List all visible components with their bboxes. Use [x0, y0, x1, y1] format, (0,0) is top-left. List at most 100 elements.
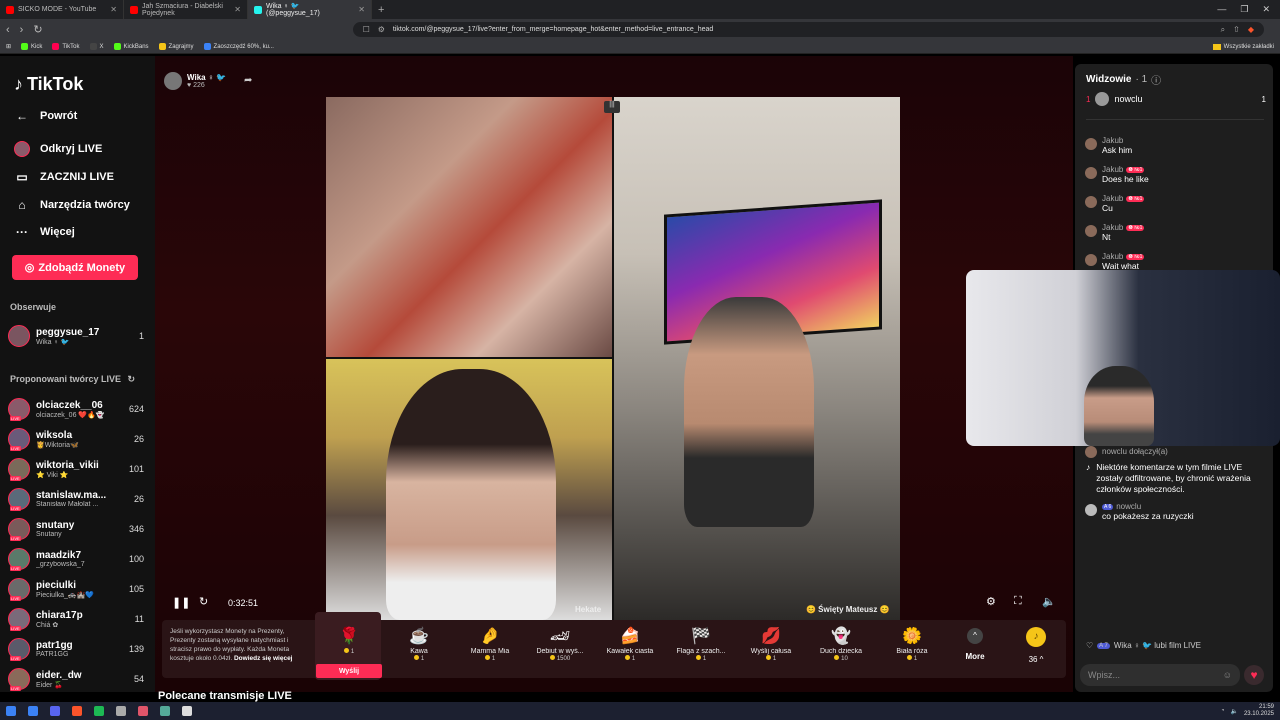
maximize-icon[interactable]: ❐ [1240, 4, 1248, 15]
bookmark-item[interactable]: Zagrajmy [158, 43, 194, 50]
explorer-icon[interactable] [28, 706, 38, 716]
suggested-creator[interactable]: LIVE stanislaw.ma... Stanisław Małolat ...… [8, 486, 144, 512]
clock[interactable]: 21:59 23.10.2025 [1244, 704, 1274, 718]
gift-item[interactable]: ☕ Kawa 1 [386, 624, 452, 662]
nav-back[interactable]: ← Powrót [14, 108, 77, 124]
suggested-creator[interactable]: LIVE eider._dw Eider 🍒 54 [8, 666, 144, 692]
help-icon[interactable]: ⓘ [1151, 72, 1161, 87]
zoom-icon[interactable]: ⌕ [1221, 25, 1225, 35]
suggested-creator[interactable]: LIVE olciaczek__06 olciaczek_06 ❤️🔥👻 624 [8, 396, 144, 422]
refresh-icon[interactable]: ↻ [128, 374, 136, 384]
app-icon[interactable] [138, 706, 148, 716]
nav-label: Odkryj LIVE [40, 143, 103, 155]
top-viewer-row[interactable]: 1 nowclu 1 [1086, 92, 1266, 106]
suggested-creator[interactable]: LIVE wiksola 👸Wiktoria🦋 26 [8, 426, 144, 452]
nav-creator-tools[interactable]: ⌂ Narzędzia twórcy [14, 197, 130, 213]
gift-price-value: 1 [631, 656, 636, 662]
discord-icon[interactable] [50, 706, 60, 716]
refresh-stream-icon[interactable]: ↻ [199, 595, 208, 608]
close-tab-icon[interactable]: ✕ [234, 5, 241, 14]
url-text[interactable]: tiktok.com/@peggysue_17/live?enter_from_… [393, 26, 1213, 33]
windows-start-icon[interactable] [6, 706, 16, 716]
chat-user[interactable]: nowclu [1116, 502, 1141, 511]
more-gifts-button[interactable]: ^ More [958, 624, 992, 661]
tiktok-logo[interactable]: ♪ TikTok [14, 74, 83, 95]
nav-discover-live[interactable]: Odkryj LIVE [14, 141, 102, 157]
url-field[interactable]: ☐ ⚙ tiktok.com/@peggysue_17/live?enter_f… [352, 22, 1264, 37]
gift-item[interactable]: 🏁 Flaga z szach... 1 [668, 624, 734, 662]
brave-icon[interactable] [72, 706, 82, 716]
coin-balance[interactable]: ♪ 36 ^ [1020, 624, 1052, 664]
forward-icon[interactable]: › [20, 24, 24, 36]
app-icon[interactable] [182, 706, 192, 716]
new-tab-button[interactable]: + [372, 4, 390, 16]
apps-icon[interactable]: ⊞ [6, 43, 11, 50]
chat-user[interactable]: Jakub [1102, 194, 1123, 203]
bookmark-item[interactable]: KickBans [113, 43, 149, 50]
gift-item[interactable]: 🏎 Debiut w wyś... 1500 [527, 624, 593, 662]
fullscreen-icon[interactable]: ⛶ [1014, 595, 1022, 608]
avatar [1095, 92, 1110, 106]
suggested-creator[interactable]: LIVE maadzik7 _grzybowska_7 100 [8, 546, 144, 572]
settings-icon[interactable]: ⚙ [986, 595, 996, 608]
close-window-icon[interactable]: ✕ [1262, 4, 1270, 15]
send-gift-button[interactable]: Wyślij [316, 664, 382, 678]
emoji-icon[interactable]: ☺ [1223, 670, 1232, 680]
gift-item[interactable]: 🌼 Biała róża 1 [879, 624, 945, 662]
following-item[interactable]: peggysue_17 Wika ♀ 🐦 1 [8, 323, 144, 349]
nav-more[interactable]: ··· Więcej [14, 224, 75, 240]
live-badge: LIVE [10, 566, 21, 571]
reload-icon[interactable]: ↻ [33, 23, 42, 36]
get-coins-button[interactable]: ◎ Zdobądź Monety [12, 255, 138, 280]
volume-tray-icon[interactable]: 🔈 [1230, 708, 1237, 715]
chat-user[interactable]: Jakub [1102, 136, 1123, 145]
like-heart-button[interactable]: ♥ [1244, 665, 1264, 685]
streamer-info[interactable]: Wika ♀ 🐦 ♥ 226 [164, 72, 226, 90]
learn-more-link[interactable]: Dowiedz się więcej [234, 655, 293, 662]
pause-icon[interactable]: ❚❚ [172, 596, 190, 609]
viewers-count: · 1 [1135, 74, 1148, 85]
volume-icon[interactable]: 🔈 [1042, 595, 1056, 608]
all-bookmarks-folder[interactable]: Wszystkie zakładki [1212, 43, 1274, 50]
gift-item[interactable]: 🤌 Mamma Mia 1 [457, 624, 523, 662]
suggested-creator[interactable]: LIVE chiara17p Chiá ✿ 11 [8, 606, 144, 632]
spotify-icon[interactable] [94, 706, 104, 716]
back-icon[interactable]: ‹ [6, 24, 10, 36]
browser-tab[interactable]: SICKO MODE - YouTube ✕ [0, 0, 124, 19]
suggested-creator[interactable]: LIVE patr1gg PATR1GG 139 [8, 636, 144, 662]
wifi-icon[interactable]: ◔ [1221, 708, 1225, 714]
chat-user[interactable]: Jakub [1102, 252, 1123, 261]
share-icon[interactable]: ⇧ [1233, 25, 1240, 34]
close-tab-icon[interactable]: ✕ [358, 5, 365, 14]
bookmark-icon[interactable]: ☐ [363, 25, 370, 34]
chat-user[interactable]: Jakub [1102, 223, 1123, 232]
suggested-creator[interactable]: LIVE pieciulki Pieciulka_🚓🏰💙 105 [8, 576, 144, 602]
app-icon[interactable] [116, 706, 126, 716]
share-icon[interactable]: ➦ [244, 75, 252, 86]
minimize-icon[interactable]: — [1217, 4, 1226, 15]
bookmark-item[interactable]: Kick [21, 43, 42, 50]
bookmark-item[interactable]: Zaoszczędź 60%, ku... [203, 43, 274, 50]
suggested-creator[interactable]: LIVE wiktoria_vikii ⭐ Viki ⭐ 101 [8, 456, 144, 482]
nav-go-live[interactable]: ▭ ZACZNIJ LIVE [14, 169, 114, 185]
gift-item[interactable]: 🍰 Kawałek ciasta 1 [597, 624, 663, 662]
close-tab-icon[interactable]: ✕ [110, 5, 117, 14]
bookmark-item[interactable]: X [89, 43, 104, 50]
browser-tab[interactable]: Jah Szmaciura - Diabelski Pojedynek ✕ [124, 0, 248, 19]
app-icon[interactable] [160, 706, 170, 716]
browser-tab-active[interactable]: Wika ♀ 🐦 (@peggysue_17) ✕ [248, 0, 372, 19]
suggested-creator[interactable]: LIVE snutany Snutany 346 [8, 516, 144, 542]
live-badge: LIVE [10, 416, 21, 421]
bookmark-label: X [99, 43, 104, 50]
brave-shield-icon[interactable]: ◆ [1248, 25, 1254, 34]
gift-item[interactable]: 💋 Wyślij całusa 1 [738, 624, 804, 662]
chat-input[interactable]: Wpisz... ☺ [1080, 664, 1240, 686]
viewer-name: nowclu [1114, 94, 1143, 104]
site-info-icon[interactable]: ⚙ [378, 25, 385, 34]
video-player[interactable]: ||| [326, 97, 900, 620]
viewers-header[interactable]: Widzowie · 1 ⓘ [1086, 72, 1161, 87]
chat-user[interactable]: Jakub [1102, 165, 1123, 174]
bookmark-item[interactable]: TikTok [52, 43, 80, 50]
gift-item[interactable]: 🌹 1 [316, 624, 382, 655]
gift-item[interactable]: 👻 Duch dziecka 10 [808, 624, 874, 662]
